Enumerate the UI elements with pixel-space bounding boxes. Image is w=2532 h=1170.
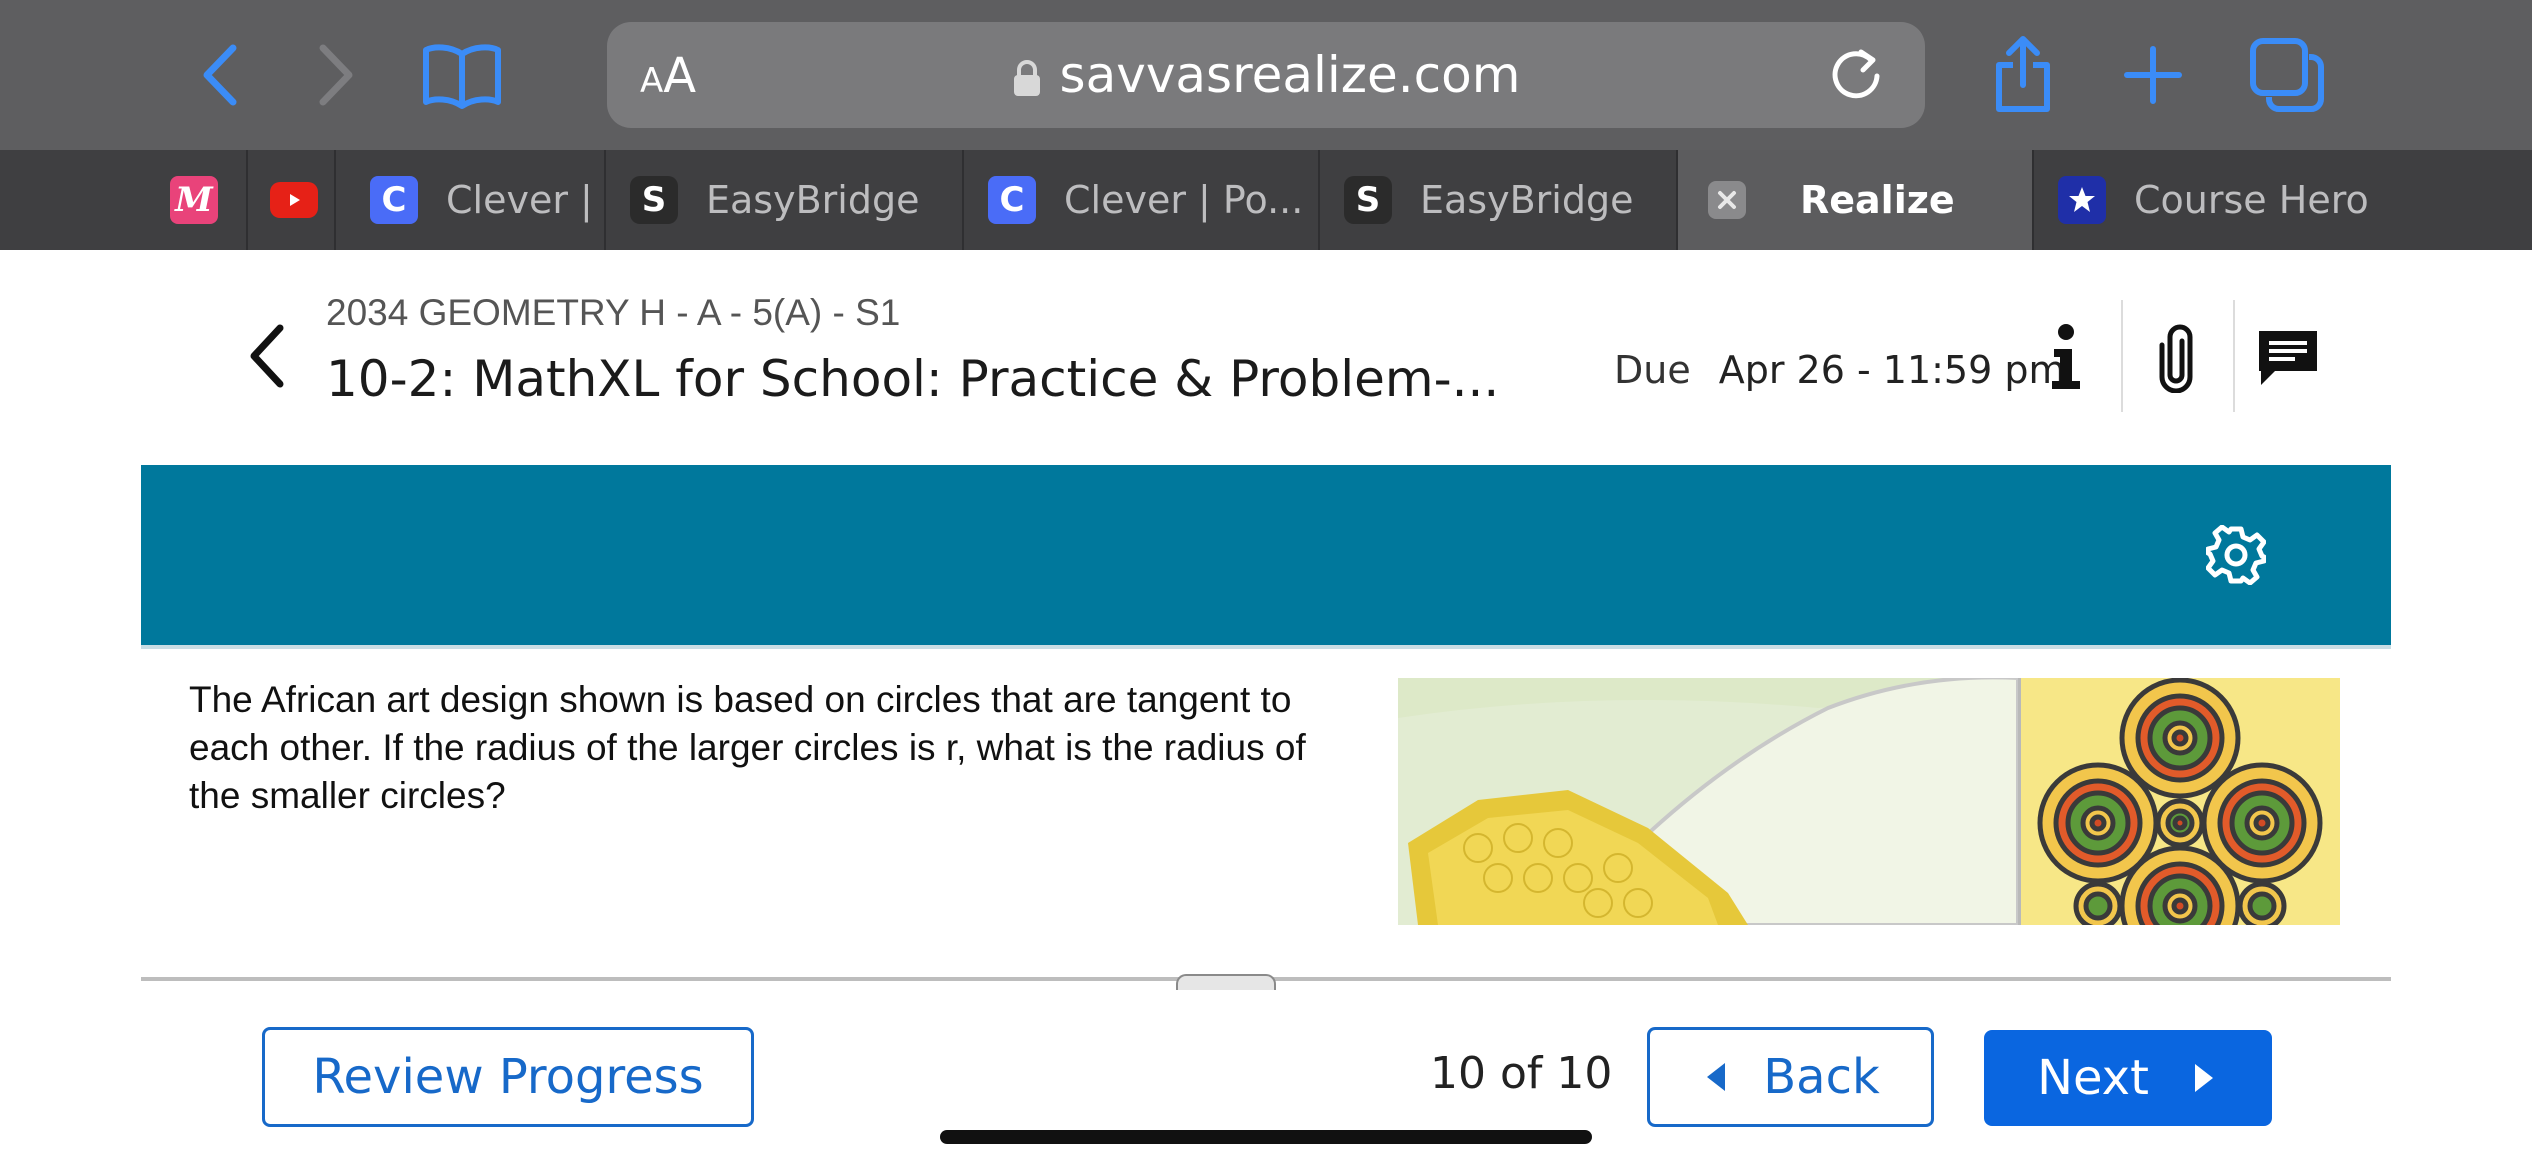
review-progress-button[interactable]: Review Progress <box>262 1027 754 1127</box>
clever-favicon: C <box>370 176 418 224</box>
attachments-button[interactable] <box>2136 318 2216 398</box>
play-icon <box>290 194 300 206</box>
info-icon <box>2052 324 2080 389</box>
chevron-left-icon <box>203 44 237 106</box>
tab-coursehero[interactable]: Course Hero <box>2034 150 2392 250</box>
tab-easybridge-2[interactable]: S EasyBridge <box>1320 150 1678 250</box>
tab-clever-2[interactable]: C Clever | Po... <box>964 150 1320 250</box>
plus-icon <box>2124 46 2182 104</box>
address-bar[interactable]: AA savvasrealize.com <box>607 22 1925 128</box>
next-button[interactable]: Next <box>1984 1030 2272 1126</box>
url-display[interactable]: savvasrealize.com <box>607 46 1925 104</box>
url-host: savvasrealize.com <box>1059 46 1521 104</box>
reload-icon <box>1832 49 1880 99</box>
question-text: The African art design shown is based on… <box>189 679 1306 816</box>
back-button[interactable]: Back <box>1647 1027 1934 1127</box>
close-icon <box>1718 191 1736 209</box>
due-date: Due Apr 26 - 11:59 pm <box>1614 348 2066 392</box>
book-icon <box>423 44 501 109</box>
caret-right-icon <box>2194 1064 2213 1092</box>
mathxl-favicon: M <box>170 176 218 224</box>
info-button[interactable] <box>2026 318 2106 398</box>
easybridge-favicon: S <box>630 176 678 224</box>
lock-icon <box>1013 59 1040 96</box>
clever-favicon: C <box>988 176 1036 224</box>
tab-easybridge-1[interactable]: S EasyBridge <box>606 150 964 250</box>
due-date-value: Apr 26 - 11:59 pm <box>1718 348 2066 392</box>
paperclip-icon <box>2159 324 2193 393</box>
bookmarks-button[interactable] <box>412 30 512 120</box>
youtube-favicon <box>270 182 318 218</box>
easybridge-favicon: S <box>1344 176 1392 224</box>
resize-handle[interactable] <box>1176 974 1276 990</box>
header-divider <box>2233 300 2235 412</box>
forward-nav-button[interactable] <box>290 30 380 120</box>
share-button[interactable] <box>1978 30 2068 120</box>
banner-underline <box>141 645 2391 649</box>
home-indicator <box>940 1130 1592 1144</box>
assignment-back-button[interactable] <box>240 318 296 399</box>
tab-strip: M CClever | P SEasyBridge CClever | Po..… <box>0 150 2532 250</box>
tab-mathxl[interactable]: M <box>160 150 248 250</box>
comment-icon <box>2259 331 2317 385</box>
star-icon <box>2069 187 2095 212</box>
question-counter: 10 of 10 <box>1430 1048 1613 1099</box>
gear-icon <box>2205 524 2267 586</box>
chevron-right-icon <box>319 44 353 106</box>
chevron-left-icon <box>250 324 284 388</box>
course-name: 2034 GEOMETRY H - A - 5(A) - S1 <box>326 292 901 333</box>
browser-toolbar: AA savvasrealize.com <box>0 0 2532 150</box>
share-icon <box>1996 36 2050 112</box>
due-label: Due <box>1614 348 1691 392</box>
reload-button[interactable] <box>1827 46 1885 109</box>
player-toolbar-banner <box>141 465 2391 645</box>
tab-realize[interactable]: Realize <box>1678 150 2034 250</box>
african-art-illustration <box>1398 678 2340 925</box>
settings-button[interactable] <box>2205 524 2267 590</box>
tab-youtube[interactable] <box>248 150 336 250</box>
african-art-figure <box>1398 678 2340 925</box>
new-tab-button[interactable] <box>2108 30 2198 120</box>
page-title: 10-2: MathXL for School: Practice & Prob… <box>326 350 1500 408</box>
tabs-icon <box>2250 38 2324 112</box>
caret-left-icon <box>1707 1063 1726 1091</box>
close-tab-button[interactable] <box>1708 181 1746 219</box>
back-nav-button[interactable] <box>176 30 266 120</box>
tab-overview-button[interactable] <box>2242 30 2332 120</box>
comments-button[interactable] <box>2248 318 2328 398</box>
coursehero-favicon <box>2058 176 2106 224</box>
header-divider <box>2121 300 2123 412</box>
tab-clever-1[interactable]: CClever | P <box>336 150 606 250</box>
